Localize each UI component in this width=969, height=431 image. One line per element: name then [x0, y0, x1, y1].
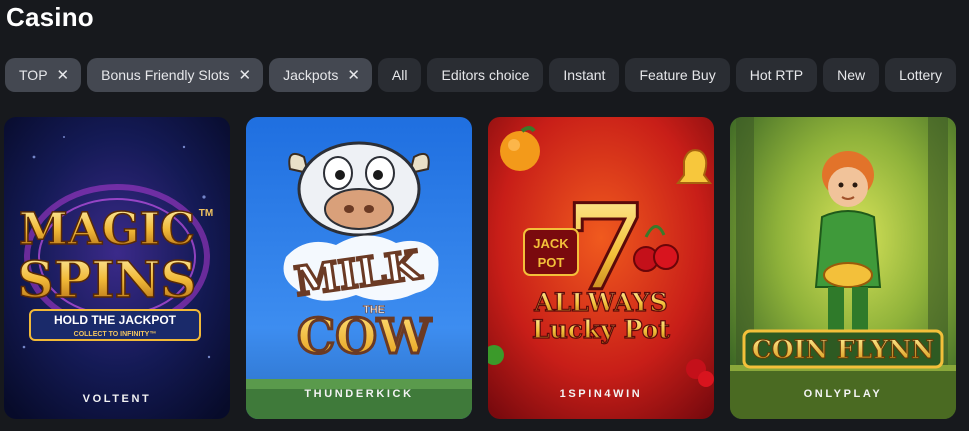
game-card-allways-lucky-pot[interactable]: 7 JACK POT ALLWAYS Lucky Pot 1SPIN4WIN — [488, 117, 714, 419]
game-thumbnail: MILK THE COW — [246, 117, 472, 419]
game-art-title: ALLWAYS — [533, 288, 667, 317]
game-card-coin-flynn[interactable]: COIN FLYNN ONLYPLAY — [730, 117, 956, 419]
filter-chip-lottery[interactable]: Lottery — [885, 58, 956, 92]
filter-chip-feature-buy[interactable]: Feature Buy — [625, 58, 730, 92]
game-provider: VOLTENT — [82, 393, 152, 405]
filter-chip-new[interactable]: New — [823, 58, 880, 92]
remove-filter-icon[interactable]: ✕ — [239, 68, 252, 83]
filter-chip-all[interactable]: All — [377, 58, 422, 92]
game-art-banner-sub: COLLECT TO INFINITY™ — [74, 331, 157, 338]
filter-chip-jackpots[interactable]: Jackpots ✕ — [269, 58, 372, 92]
game-art-title: Lucky Pot — [532, 315, 670, 344]
game-art-badge: POT — [538, 255, 565, 270]
filter-bar: TOP ✕ Bonus Friendly Slots ✕ Jackpots ✕ … — [5, 58, 956, 92]
filter-chip-instant[interactable]: Instant — [549, 58, 620, 92]
game-provider: ONLYPLAY — [803, 388, 883, 400]
game-card-magic-spins[interactable]: MAGIC TM SPINS HOLD THE JACKPOT COLLECT … — [4, 117, 230, 419]
filter-chip-hot-rtp[interactable]: Hot RTP — [735, 58, 818, 92]
filter-chip-label: Bonus Friendly Slots — [101, 67, 230, 83]
game-thumbnail: COIN FLYNN — [730, 117, 956, 419]
game-thumbnail: 7 JACK POT ALLWAYS Lucky Pot — [488, 117, 714, 419]
game-provider: THUNDERKICK — [304, 388, 414, 400]
filter-chip-label: Jackpots — [283, 67, 339, 83]
filter-chip-top[interactable]: TOP ✕ — [5, 58, 82, 92]
filter-chip-bonus-friendly-slots[interactable]: Bonus Friendly Slots ✕ — [87, 58, 264, 92]
remove-filter-icon[interactable]: ✕ — [57, 68, 70, 83]
game-card-milk-the-cow[interactable]: MILK THE COW THUNDERKICK — [246, 117, 472, 419]
filter-chip-editors-choice[interactable]: Editors choice — [427, 58, 544, 92]
game-art-title: SPINS — [18, 250, 197, 309]
game-art-banner: HOLD THE JACKPOT — [54, 313, 177, 327]
game-art-title: MAGIC — [19, 204, 195, 255]
game-provider: 1SPIN4WIN — [559, 388, 643, 400]
filter-chip-label: TOP — [19, 67, 48, 83]
remove-filter-icon[interactable]: ✕ — [347, 68, 360, 83]
game-art-title: COW — [297, 309, 432, 365]
game-thumbnail: MAGIC TM SPINS HOLD THE JACKPOT COLLECT … — [4, 117, 230, 419]
game-art-badge: JACK — [533, 236, 569, 251]
page-title: Casino — [6, 2, 94, 32]
game-art-title: COIN FLYNN — [752, 335, 934, 364]
trademark-mark: TM — [199, 208, 213, 219]
